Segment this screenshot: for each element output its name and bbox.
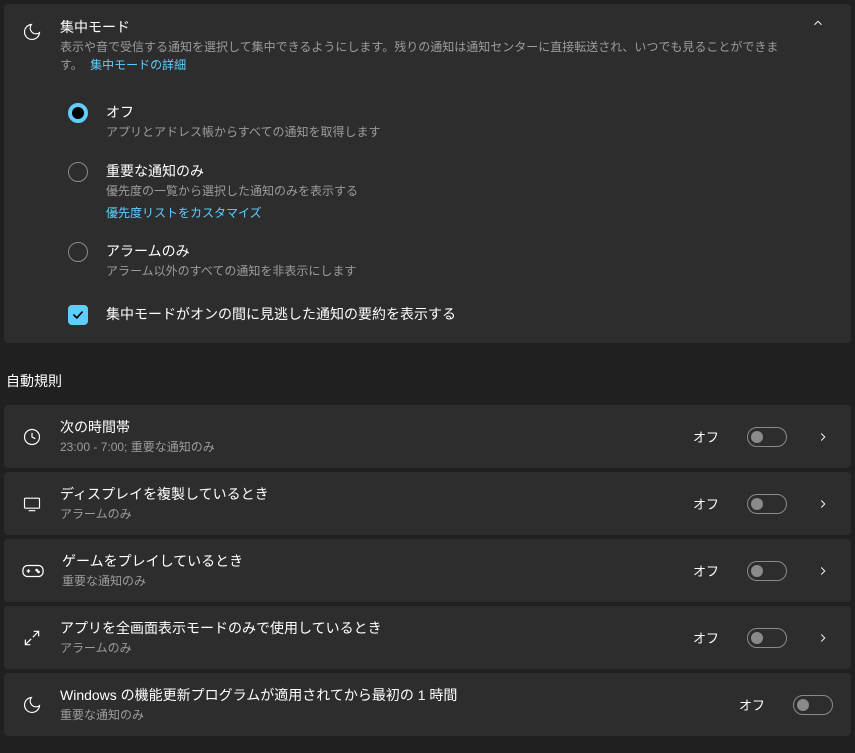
rule-update-title: Windows の機能更新プログラムが適用されてから最初の 1 時間 — [60, 685, 721, 706]
focus-option-off[interactable]: オフ アプリとアドレス帳からすべての通知を取得します — [68, 92, 833, 151]
monitor-icon — [22, 494, 42, 514]
rule-time-desc: 23:00 - 7:00; 重要な通知のみ — [60, 438, 675, 456]
rule-display-state: オフ — [693, 494, 719, 513]
focus-assist-text: 集中モード 表示や音で受信する通知を選択して集中できるようにします。残りの通知は… — [60, 16, 785, 74]
focus-option-off-desc: アプリとアドレス帳からすべての通知を取得します — [106, 123, 380, 141]
focus-option-alarms-label: アラームのみ — [106, 241, 356, 262]
chevron-right-icon[interactable] — [813, 631, 833, 645]
focus-option-priority[interactable]: 重要な通知のみ 優先度の一覧から選択した通知のみを表示する 優先度リストをカスタ… — [68, 151, 833, 231]
focus-option-off-label: オフ — [106, 102, 380, 123]
rule-update-state: オフ — [739, 695, 765, 714]
rule-fullscreen-title: アプリを全画面表示モードのみで使用しているとき — [60, 618, 675, 639]
rule-time-toggle[interactable] — [747, 427, 787, 447]
rule-time[interactable]: 次の時間帯 23:00 - 7:00; 重要な通知のみ オフ — [4, 405, 851, 468]
rule-update[interactable]: Windows の機能更新プログラムが適用されてから最初の 1 時間 重要な通知… — [4, 673, 851, 736]
rule-display-toggle[interactable] — [747, 494, 787, 514]
rule-display-title: ディスプレイを複製しているとき — [60, 484, 675, 505]
rule-fullscreen-toggle[interactable] — [747, 628, 787, 648]
focus-assist-header[interactable]: 集中モード 表示や音で受信する通知を選択して集中できるようにします。残りの通知は… — [4, 4, 851, 86]
focus-option-alarms-desc: アラーム以外のすべての通知を非表示にします — [106, 262, 356, 280]
focus-assist-panel: 集中モード 表示や音で受信する通知を選択して集中できるようにします。残りの通知は… — [4, 4, 851, 343]
summary-checkbox[interactable] — [68, 305, 88, 325]
radio-alarms[interactable] — [68, 242, 88, 262]
radio-priority[interactable] — [68, 162, 88, 182]
chevron-up-icon[interactable] — [803, 16, 833, 30]
gamepad-icon — [22, 561, 44, 581]
moon-icon — [22, 22, 42, 42]
rule-time-title: 次の時間帯 — [60, 417, 675, 438]
rule-display-desc: アラームのみ — [60, 505, 675, 523]
fullscreen-icon — [22, 628, 42, 648]
summary-checkbox-row[interactable]: 集中モードがオンの間に見逃した通知の要約を表示する — [68, 290, 833, 325]
rule-update-toggle[interactable] — [793, 695, 833, 715]
focus-assist-desc: 表示や音で受信する通知を選択して集中できるようにします。残りの通知は通知センター… — [60, 38, 785, 74]
rule-update-desc: 重要な通知のみ — [60, 706, 721, 724]
rule-game-state: オフ — [693, 561, 719, 580]
rule-game-title: ゲームをプレイしているとき — [62, 551, 675, 572]
summary-checkbox-label: 集中モードがオンの間に見逃した通知の要約を表示する — [106, 304, 456, 325]
rule-display[interactable]: ディスプレイを複製しているとき アラームのみ オフ — [4, 472, 851, 535]
chevron-right-icon[interactable] — [813, 430, 833, 444]
rule-time-state: オフ — [693, 427, 719, 446]
rule-game-toggle[interactable] — [747, 561, 787, 581]
clock-icon — [22, 427, 42, 447]
rule-fullscreen-state: オフ — [693, 628, 719, 647]
moon-icon — [22, 695, 42, 715]
focus-option-priority-desc: 優先度の一覧から選択した通知のみを表示する — [106, 182, 358, 200]
chevron-right-icon[interactable] — [813, 497, 833, 511]
chevron-right-icon[interactable] — [813, 564, 833, 578]
focus-assist-title: 集中モード — [60, 16, 785, 38]
customize-priority-link[interactable]: 優先度リストをカスタマイズ — [106, 204, 262, 221]
focus-option-priority-label: 重要な通知のみ — [106, 161, 358, 182]
focus-assist-body: オフ アプリとアドレス帳からすべての通知を取得します 重要な通知のみ 優先度の一… — [4, 86, 851, 343]
rule-game-desc: 重要な通知のみ — [62, 572, 675, 590]
focus-option-alarms[interactable]: アラームのみ アラーム以外のすべての通知を非表示にします — [68, 231, 833, 290]
rule-fullscreen[interactable]: アプリを全画面表示モードのみで使用しているとき アラームのみ オフ — [4, 606, 851, 669]
automatic-rules-heading: 自動規則 — [6, 371, 851, 391]
radio-off[interactable] — [68, 103, 88, 123]
rule-fullscreen-desc: アラームのみ — [60, 639, 675, 657]
focus-assist-learn-more-link[interactable]: 集中モードの詳細 — [90, 58, 186, 72]
rule-game[interactable]: ゲームをプレイしているとき 重要な通知のみ オフ — [4, 539, 851, 602]
